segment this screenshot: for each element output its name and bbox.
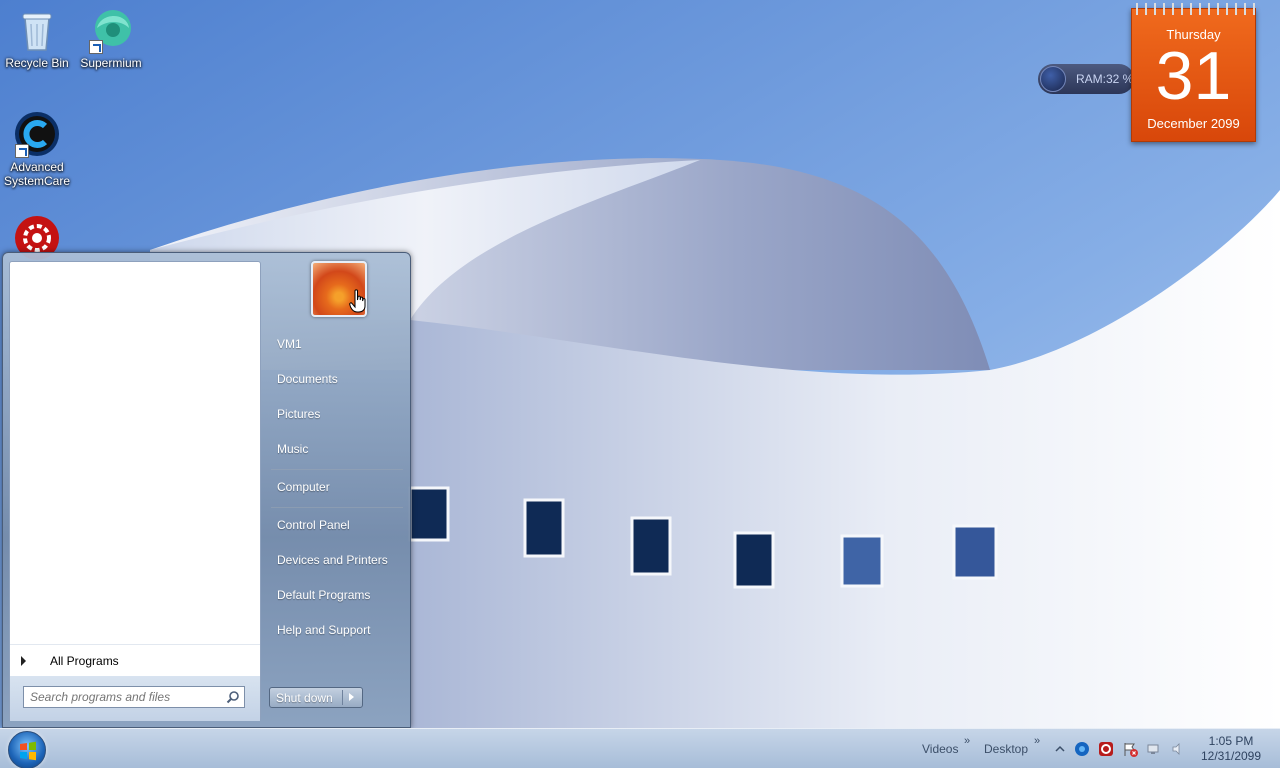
all-programs-label: All Programs xyxy=(50,654,119,668)
triangle-right-icon xyxy=(21,656,26,666)
taskbar: Videos » Desktop » 1:05 PM 12/31/2099 xyxy=(0,728,1280,768)
menu-item-computer[interactable]: Computer xyxy=(269,474,407,500)
menu-item-vm1[interactable]: VM1 xyxy=(269,331,407,357)
shutdown-divider xyxy=(342,690,343,705)
ram-usage-text: RAM:32 % xyxy=(1076,72,1134,86)
shortcut-arrow-icon xyxy=(89,40,103,54)
recycle-bin-icon xyxy=(13,6,61,54)
calendar-month-year: December 2099 xyxy=(1147,116,1240,131)
desktop-icon-label: Advanced SystemCare xyxy=(3,160,71,188)
toolbar-desktop[interactable]: Desktop xyxy=(984,742,1028,756)
menu-item-music[interactable]: Music xyxy=(269,436,407,462)
ram-meter-gadget[interactable]: RAM:32 % xyxy=(1038,64,1134,94)
menu-separator xyxy=(271,507,403,508)
start-menu: All Programs VM1 Documents Pictures Musi… xyxy=(2,252,411,728)
toolbar-videos[interactable]: Videos xyxy=(922,742,958,756)
all-programs-button[interactable]: All Programs xyxy=(10,644,260,676)
search-input[interactable] xyxy=(23,686,245,708)
desktop-icon-label: Recycle Bin xyxy=(5,56,69,70)
shortcut-arrow-icon xyxy=(15,144,29,158)
menu-item-devices-and-printers[interactable]: Devices and Printers xyxy=(269,547,407,573)
chevron-double-right-icon[interactable]: » xyxy=(1034,735,1040,747)
windows-logo-icon xyxy=(20,741,36,761)
ram-orb-icon xyxy=(1040,66,1066,92)
desktop-icon-supermium[interactable]: Supermium xyxy=(75,6,147,70)
menu-item-documents[interactable]: Documents xyxy=(269,366,407,392)
advanced-systemcare-icon xyxy=(13,110,61,158)
menu-item-control-panel[interactable]: Control Panel xyxy=(269,512,407,538)
desktop-icon-recycle-bin[interactable]: Recycle Bin xyxy=(1,6,73,70)
search-area xyxy=(10,676,260,721)
tray-app-blue-icon[interactable] xyxy=(1074,741,1090,757)
start-menu-places-pane: VM1 Documents Pictures Music Computer Co… xyxy=(263,253,411,729)
calendar-day-number: 31 xyxy=(1155,38,1232,114)
taskbar-clock[interactable]: 1:05 PM 12/31/2099 xyxy=(1196,734,1266,764)
start-menu-programs-pane: All Programs xyxy=(9,261,261,721)
shutdown-button[interactable]: Shut down xyxy=(269,687,363,708)
start-button[interactable] xyxy=(8,731,46,768)
volume-icon[interactable] xyxy=(1170,741,1186,757)
chevron-double-right-icon[interactable]: » xyxy=(964,735,970,747)
clock-time: 1:05 PM xyxy=(1208,734,1254,748)
menu-item-help-and-support[interactable]: Help and Support xyxy=(269,617,407,643)
desktop-icon-advanced-systemcare[interactable]: Advanced SystemCare xyxy=(1,110,73,188)
shutdown-options-arrow-icon[interactable] xyxy=(349,693,354,701)
action-center-flag-icon[interactable] xyxy=(1122,741,1138,757)
shutdown-label: Shut down xyxy=(276,691,333,705)
menu-item-pictures[interactable]: Pictures xyxy=(269,401,407,427)
clock-date: 12/31/2099 xyxy=(1200,749,1262,763)
supermium-icon xyxy=(87,6,135,54)
desktop-icon-label: Supermium xyxy=(80,56,142,70)
calendar-gadget[interactable]: Thursday 31 December 2099 xyxy=(1131,3,1257,142)
menu-item-default-programs[interactable]: Default Programs xyxy=(269,582,407,608)
calendar-rings-icon xyxy=(1132,3,1257,15)
tray-app-red-icon[interactable] xyxy=(1098,741,1114,757)
menu-separator xyxy=(271,469,403,470)
show-hidden-icons-chevron-up-icon[interactable] xyxy=(1052,741,1068,757)
network-icon[interactable] xyxy=(1146,741,1162,757)
search-icon[interactable] xyxy=(226,690,240,704)
hand-cursor-icon xyxy=(349,289,366,313)
